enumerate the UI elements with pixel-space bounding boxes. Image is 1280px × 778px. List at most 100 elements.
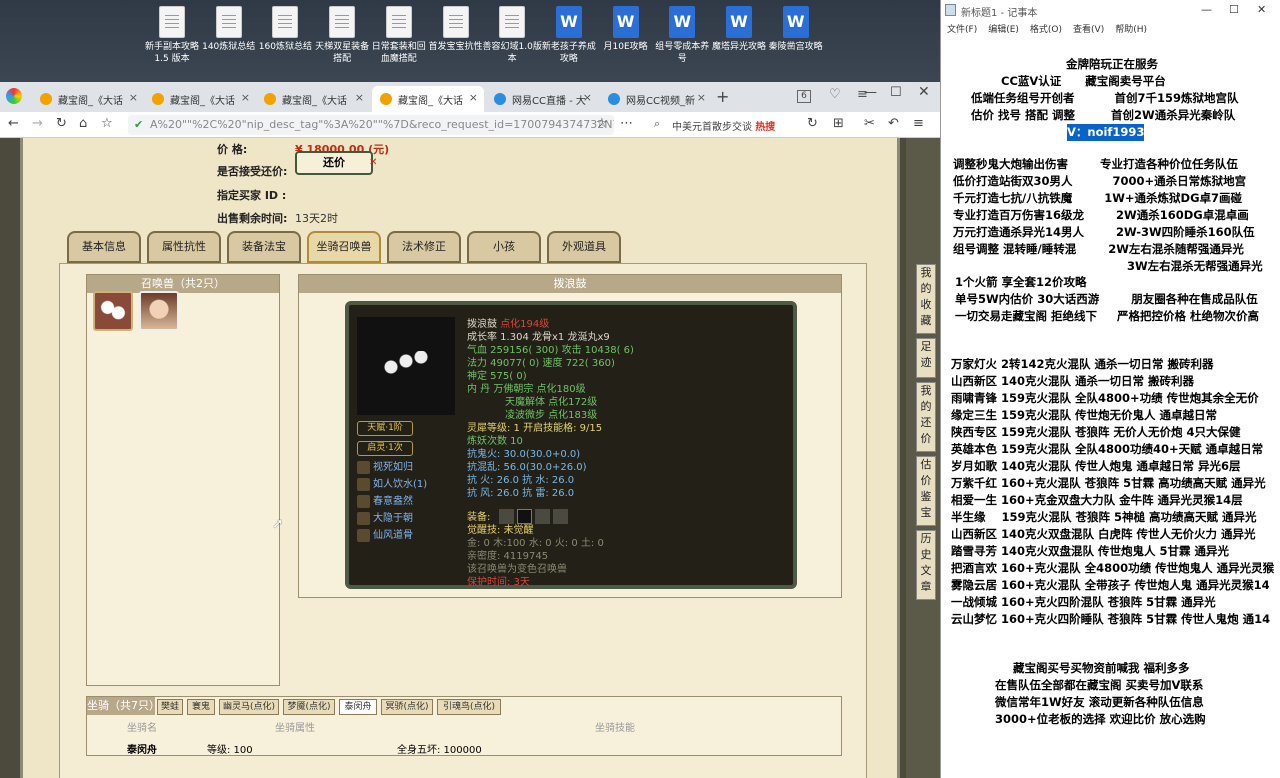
- refresh-icon[interactable]: ↻: [807, 116, 818, 131]
- maximize-icon[interactable]: ☐: [890, 85, 902, 100]
- favorite-star-icon[interactable]: ☆: [596, 116, 608, 131]
- tab-equipment[interactable]: 装备法宝: [227, 231, 301, 263]
- reload-icon[interactable]: ↻: [56, 116, 67, 131]
- forward-icon[interactable]: →: [32, 116, 43, 131]
- close-tab-icon[interactable]: ×: [129, 91, 138, 104]
- side-footprints[interactable]: 足迹: [916, 338, 936, 378]
- scissors-icon[interactable]: ✂: [864, 116, 875, 131]
- menu-file[interactable]: 文件(F): [947, 25, 977, 35]
- summon-thumb-rattle[interactable]: [93, 291, 133, 331]
- minimize-icon[interactable]: —: [1201, 3, 1212, 16]
- skill-2[interactable]: 如人饮水(1): [357, 478, 427, 491]
- tab-cbg-3[interactable]: 藏宝阁_《大话 ×: [256, 86, 370, 112]
- hot-search-label: 热搜: [755, 122, 776, 133]
- close-tab-icon[interactable]: ×: [355, 91, 364, 104]
- tab-child[interactable]: 小孩: [467, 231, 541, 263]
- tab-spell-mod[interactable]: 法术修正: [387, 231, 461, 263]
- skill-1[interactable]: 视死如归: [357, 461, 413, 474]
- home-icon[interactable]: ⌂: [79, 116, 87, 131]
- browser-logo-icon[interactable]: [6, 88, 22, 104]
- equip-slot-4[interactable]: [553, 509, 568, 524]
- tab-cbg-active[interactable]: 藏宝阁_《大话 ×: [372, 86, 484, 112]
- tab-cc-live[interactable]: 网易CC直播 - 大 ×: [486, 86, 598, 112]
- notepad-line: V：noif1993: [1067, 124, 1145, 141]
- search-box[interactable]: ⌕ 中美元首散步交谈 热搜: [650, 115, 798, 135]
- desktop-icon-2[interactable]: 140炼狱总结: [199, 6, 259, 53]
- tab-attributes[interactable]: 属性抗性: [147, 231, 221, 263]
- notepad-titlebar: 新标题1 - 记事本 — ☐ ✕: [941, 0, 1280, 22]
- tab-count-badge[interactable]: 6: [797, 90, 811, 103]
- skill-4[interactable]: 大隐于朝: [357, 512, 413, 525]
- skin-icon[interactable]: ♡: [829, 87, 841, 102]
- equip-slot-1[interactable]: [499, 509, 514, 524]
- notepad-line: 山西新区 140克火混队 通杀一切日常 搬砖利器: [951, 374, 1195, 388]
- side-articles[interactable]: 历史文章: [916, 530, 936, 600]
- desktop-icon-3[interactable]: 160炼狱总结: [255, 6, 315, 53]
- close-x-icon[interactable]: ✕: [369, 157, 377, 168]
- tab-cbg-1[interactable]: 藏宝阁_《大话 ×: [32, 86, 144, 112]
- desktop-icon-9[interactable]: W 月10E攻略: [596, 6, 656, 53]
- desktop-icon-10[interactable]: W 组号零成本养号: [652, 6, 712, 65]
- desktop-icon-5[interactable]: 日常套装和回血魔搭配: [369, 6, 429, 65]
- toolbar-menu-icon[interactable]: ≡: [913, 116, 924, 131]
- mount-tab-4[interactable]: 梦魇(点化): [283, 699, 335, 715]
- notepad-text-area[interactable]: 金牌陪玩正在服务 CC蓝V认证 藏宝阁卖号平台 低端任务组号开创者 首创7千159炼…: [941, 40, 1280, 778]
- pet-resist-2: 抗混乱: 56.0(30.0+26.0): [467, 462, 587, 473]
- tab-cc-video[interactable]: 网易CC视频_新 ×: [600, 86, 712, 112]
- tab-basic-info[interactable]: 基本信息: [67, 231, 141, 263]
- equip-slot-2[interactable]: [517, 509, 532, 524]
- tab-cbg-2[interactable]: 藏宝阁_《大话 ×: [144, 86, 256, 112]
- mount-tab-2[interactable]: 寰鬼: [187, 699, 215, 715]
- browser-window: 藏宝阁_《大话 × 藏宝阁_《大话 × 藏宝阁_《大话 × 藏宝阁_《大话 × 网易CC…: [0, 82, 940, 778]
- close-window-icon[interactable]: ✕: [918, 84, 930, 100]
- bargain-button[interactable]: 还价: [295, 151, 373, 175]
- mount-tab-1[interactable]: 樊蛙: [157, 699, 183, 715]
- pet-resist-4: 抗 风: 26.0 抗 雷: 26.0: [467, 488, 575, 499]
- side-appraisal[interactable]: 估价鉴宝: [916, 456, 936, 526]
- skill-5[interactable]: 仙风道骨: [357, 529, 413, 542]
- equip-slot-3[interactable]: [535, 509, 550, 524]
- notepad-line: 英雄本色 159克火混队 全队4800功绩40+天赋 通卓越日常: [951, 442, 1264, 456]
- menu-format[interactable]: 格式(O): [1030, 25, 1062, 35]
- url-input[interactable]: ✔ A%20""%2C%20"nip_desc_tag"%3A%20""%7D&r…: [128, 115, 614, 135]
- mount-tab-3[interactable]: 幽灵马(点化): [219, 699, 279, 715]
- close-tab-icon[interactable]: ×: [469, 91, 478, 104]
- close-window-icon[interactable]: ✕: [1257, 3, 1266, 16]
- desktop-icon-label: 天梯双星装备搭配: [315, 42, 370, 64]
- close-tab-icon[interactable]: ×: [583, 91, 592, 104]
- new-tab-icon[interactable]: +: [716, 87, 729, 106]
- word-doc-icon: W: [555, 6, 582, 38]
- back-icon[interactable]: ←: [8, 116, 19, 131]
- desktop-icon-6[interactable]: 首发宝宝抗性: [426, 6, 486, 53]
- spirit-badge: 启灵·1次: [357, 441, 413, 456]
- menu-help[interactable]: 帮助(H): [1115, 25, 1147, 35]
- skill-3[interactable]: 春意盎然: [357, 495, 413, 508]
- minimize-icon[interactable]: —: [864, 85, 877, 100]
- rattle-icon: [381, 351, 431, 391]
- menu-edit[interactable]: 编辑(E): [988, 25, 1019, 35]
- desktop-icon-12[interactable]: W 秦陵凿宫攻略: [766, 6, 826, 53]
- desktop-icon-8[interactable]: W 新老孩子养成攻略: [539, 6, 599, 65]
- desktop-icon-4[interactable]: 天梯双星装备搭配: [312, 6, 372, 65]
- pet-note: 该召唤兽为变色召唤兽: [467, 564, 567, 575]
- side-bargains[interactable]: 我的还价: [916, 382, 936, 452]
- undo-icon[interactable]: ↶: [888, 116, 899, 131]
- close-tab-icon[interactable]: ×: [241, 91, 250, 104]
- notepad-line: 雾隐云居 160+克火混队 全带孩子 传世炮人鬼 通异光灵猴14: [951, 578, 1270, 592]
- summon-thumb-girl[interactable]: [139, 291, 179, 331]
- mount-tab-6[interactable]: 冥骄(点化): [381, 699, 433, 715]
- menu-view[interactable]: 查看(V): [1073, 25, 1104, 35]
- maximize-icon[interactable]: ☐: [1229, 3, 1239, 16]
- tab-mounts-summons[interactable]: 坐骑召唤兽: [307, 231, 381, 263]
- desktop-icon-7[interactable]: 善容幻域1.0版本: [482, 6, 542, 65]
- side-favorites[interactable]: 我的收藏: [916, 264, 936, 334]
- bookmark-star-icon[interactable]: ☆: [101, 116, 113, 131]
- desktop-icon-1[interactable]: 新手副本攻略1.5 版本: [142, 6, 202, 65]
- desktop-icon-11[interactable]: W 魔塔异光攻略: [709, 6, 769, 53]
- close-tab-icon[interactable]: ×: [697, 91, 706, 104]
- grid-icon[interactable]: ⊞: [833, 116, 844, 131]
- tab-appearance[interactable]: 外观道具: [547, 231, 621, 263]
- mount-tab-5[interactable]: 泰闵舟: [339, 699, 377, 715]
- mount-tab-7[interactable]: 引魂鸟(点化): [437, 699, 501, 715]
- more-icon[interactable]: ⋯: [620, 116, 633, 131]
